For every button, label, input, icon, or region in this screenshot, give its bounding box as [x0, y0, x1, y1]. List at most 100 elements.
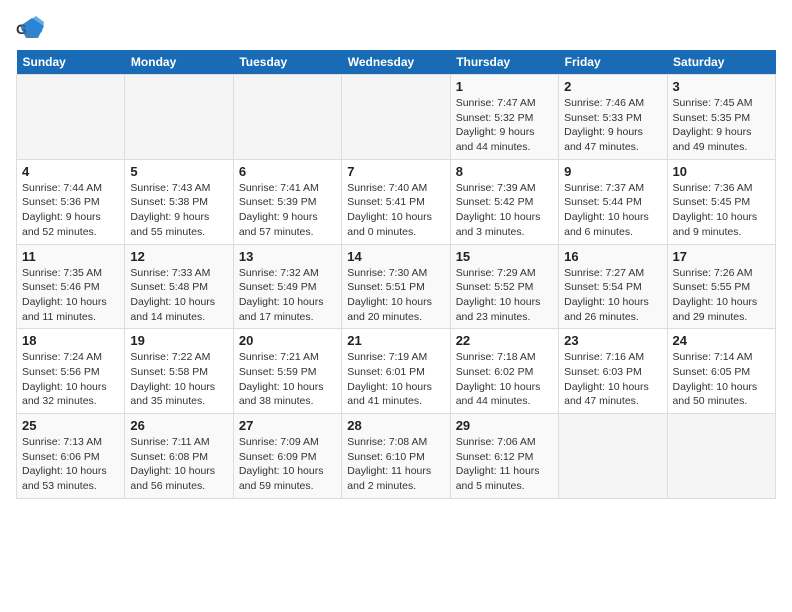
day-number: 28 — [347, 418, 444, 433]
day-number: 24 — [673, 333, 770, 348]
day-number: 2 — [564, 79, 661, 94]
calendar-cell: 10 Sunrise: 7:36 AM Sunset: 5:45 PM Dayli… — [667, 159, 775, 244]
day-info: Sunrise: 7:19 AM Sunset: 6:01 PM Dayligh… — [347, 350, 444, 409]
day-number: 19 — [130, 333, 227, 348]
calendar-cell: 1 Sunrise: 7:47 AM Sunset: 5:32 PM Daylig… — [450, 75, 558, 160]
day-info: Sunrise: 7:45 AM Sunset: 5:35 PM Dayligh… — [673, 96, 770, 155]
calendar-cell: 22 Sunrise: 7:18 AM Sunset: 6:02 PM Dayli… — [450, 329, 558, 414]
header-friday: Friday — [559, 50, 667, 75]
calendar-cell: 12 Sunrise: 7:33 AM Sunset: 5:48 PM Dayli… — [125, 244, 233, 329]
day-info: Sunrise: 7:11 AM Sunset: 6:08 PM Dayligh… — [130, 435, 227, 494]
calendar-cell: 4 Sunrise: 7:44 AM Sunset: 5:36 PM Daylig… — [17, 159, 125, 244]
day-info: Sunrise: 7:14 AM Sunset: 6:05 PM Dayligh… — [673, 350, 770, 409]
calendar-cell: 27 Sunrise: 7:09 AM Sunset: 6:09 PM Dayli… — [233, 414, 341, 499]
day-number: 26 — [130, 418, 227, 433]
day-info: Sunrise: 7:08 AM Sunset: 6:10 PM Dayligh… — [347, 435, 444, 494]
calendar-cell: 20Sunrise: 7:21 AM Sunset: 5:59 PM Dayli… — [233, 329, 341, 414]
day-number: 12 — [130, 249, 227, 264]
day-info: Sunrise: 7:32 AM Sunset: 5:49 PM Dayligh… — [239, 266, 336, 325]
day-info: Sunrise: 7:46 AM Sunset: 5:33 PM Dayligh… — [564, 96, 661, 155]
header-saturday: Saturday — [667, 50, 775, 75]
calendar-cell: 19Sunrise: 7:22 AM Sunset: 5:58 PM Dayli… — [125, 329, 233, 414]
calendar-cell: 24 Sunrise: 7:14 AM Sunset: 6:05 PM Dayli… — [667, 329, 775, 414]
day-info: Sunrise: 7:37 AM Sunset: 5:44 PM Dayligh… — [564, 181, 661, 240]
calendar-cell: 23 Sunrise: 7:16 AM Sunset: 6:03 PM Dayli… — [559, 329, 667, 414]
calendar-cell: 18 Sunrise: 7:24 AM Sunset: 5:56 PM Dayli… — [17, 329, 125, 414]
header-monday: Monday — [125, 50, 233, 75]
calendar-cell: 9 Sunrise: 7:37 AM Sunset: 5:44 PM Daylig… — [559, 159, 667, 244]
calendar-week-5: 25 Sunrise: 7:13 AM Sunset: 6:06 PM Dayli… — [17, 414, 776, 499]
day-info: Sunrise: 7:36 AM Sunset: 5:45 PM Dayligh… — [673, 181, 770, 240]
day-info: Sunrise: 7:27 AM Sunset: 5:54 PM Dayligh… — [564, 266, 661, 325]
day-number: 11 — [22, 249, 119, 264]
calendar-week-3: 11 Sunrise: 7:35 AM Sunset: 5:46 PM Dayli… — [17, 244, 776, 329]
day-info: Sunrise: 7:39 AM Sunset: 5:42 PM Dayligh… — [456, 181, 553, 240]
calendar-cell: 11 Sunrise: 7:35 AM Sunset: 5:46 PM Dayli… — [17, 244, 125, 329]
calendar-cell: 15 Sunrise: 7:29 AM Sunset: 5:52 PM Dayli… — [450, 244, 558, 329]
header-wednesday: Wednesday — [342, 50, 450, 75]
calendar-cell: 8 Sunrise: 7:39 AM Sunset: 5:42 PM Daylig… — [450, 159, 558, 244]
calendar-cell: 28 Sunrise: 7:08 AM Sunset: 6:10 PM Dayli… — [342, 414, 450, 499]
day-number: 14 — [347, 249, 444, 264]
calendar-cell: 13Sunrise: 7:32 AM Sunset: 5:49 PM Dayli… — [233, 244, 341, 329]
day-info: Sunrise: 7:44 AM Sunset: 5:36 PM Dayligh… — [22, 181, 119, 240]
day-info: Sunrise: 7:35 AM Sunset: 5:46 PM Dayligh… — [22, 266, 119, 325]
calendar-cell — [233, 75, 341, 160]
day-number: 21 — [347, 333, 444, 348]
calendar-cell: 7 Sunrise: 7:40 AM Sunset: 5:41 PM Daylig… — [342, 159, 450, 244]
day-number: 4 — [22, 164, 119, 179]
day-info: Sunrise: 7:13 AM Sunset: 6:06 PM Dayligh… — [22, 435, 119, 494]
calendar-cell: 16 Sunrise: 7:27 AM Sunset: 5:54 PM Dayli… — [559, 244, 667, 329]
calendar-cell: 21 Sunrise: 7:19 AM Sunset: 6:01 PM Dayli… — [342, 329, 450, 414]
day-info: Sunrise: 7:33 AM Sunset: 5:48 PM Dayligh… — [130, 266, 227, 325]
day-number: 29 — [456, 418, 553, 433]
page-header: G — [16, 16, 776, 40]
calendar-cell — [125, 75, 233, 160]
header-tuesday: Tuesday — [233, 50, 341, 75]
logo-icon: G — [16, 16, 44, 40]
day-number: 25 — [22, 418, 119, 433]
day-number: 23 — [564, 333, 661, 348]
day-number: 16 — [564, 249, 661, 264]
calendar-cell: 6Sunrise: 7:41 AM Sunset: 5:39 PM Daylig… — [233, 159, 341, 244]
day-number: 5 — [130, 164, 227, 179]
day-number: 3 — [673, 79, 770, 94]
calendar-cell: 29Sunrise: 7:06 AM Sunset: 6:12 PM Dayli… — [450, 414, 558, 499]
day-number: 27 — [239, 418, 336, 433]
day-info: Sunrise: 7:47 AM Sunset: 5:32 PM Dayligh… — [456, 96, 553, 155]
day-info: Sunrise: 7:41 AM Sunset: 5:39 PM Dayligh… — [239, 181, 336, 240]
calendar-cell: 5 Sunrise: 7:43 AM Sunset: 5:38 PM Daylig… — [125, 159, 233, 244]
day-number: 15 — [456, 249, 553, 264]
day-number: 8 — [456, 164, 553, 179]
day-number: 22 — [456, 333, 553, 348]
calendar-cell: 26 Sunrise: 7:11 AM Sunset: 6:08 PM Dayli… — [125, 414, 233, 499]
calendar-cell — [667, 414, 775, 499]
calendar-table: SundayMondayTuesdayWednesdayThursdayFrid… — [16, 50, 776, 499]
day-number: 9 — [564, 164, 661, 179]
calendar-cell — [17, 75, 125, 160]
day-info: Sunrise: 7:26 AM Sunset: 5:55 PM Dayligh… — [673, 266, 770, 325]
day-info: Sunrise: 7:30 AM Sunset: 5:51 PM Dayligh… — [347, 266, 444, 325]
day-info: Sunrise: 7:18 AM Sunset: 6:02 PM Dayligh… — [456, 350, 553, 409]
calendar-cell — [559, 414, 667, 499]
day-info: Sunrise: 7:24 AM Sunset: 5:56 PM Dayligh… — [22, 350, 119, 409]
calendar-cell: 14 Sunrise: 7:30 AM Sunset: 5:51 PM Dayli… — [342, 244, 450, 329]
day-number: 7 — [347, 164, 444, 179]
calendar-week-4: 18 Sunrise: 7:24 AM Sunset: 5:56 PM Dayli… — [17, 329, 776, 414]
day-number: 10 — [673, 164, 770, 179]
day-info: Sunrise: 7:43 AM Sunset: 5:38 PM Dayligh… — [130, 181, 227, 240]
day-info: Sunrise: 7:16 AM Sunset: 6:03 PM Dayligh… — [564, 350, 661, 409]
calendar-header-row: SundayMondayTuesdayWednesdayThursdayFrid… — [17, 50, 776, 75]
day-info: Sunrise: 7:29 AM Sunset: 5:52 PM Dayligh… — [456, 266, 553, 325]
header-thursday: Thursday — [450, 50, 558, 75]
calendar-week-1: 1 Sunrise: 7:47 AM Sunset: 5:32 PM Daylig… — [17, 75, 776, 160]
logo: G — [16, 16, 48, 40]
day-info: Sunrise: 7:09 AM Sunset: 6:09 PM Dayligh… — [239, 435, 336, 494]
day-info: Sunrise: 7:40 AM Sunset: 5:41 PM Dayligh… — [347, 181, 444, 240]
day-info: Sunrise: 7:21 AM Sunset: 5:59 PM Dayligh… — [239, 350, 336, 409]
day-number: 18 — [22, 333, 119, 348]
calendar-cell — [342, 75, 450, 160]
header-sunday: Sunday — [17, 50, 125, 75]
day-number: 1 — [456, 79, 553, 94]
calendar-cell: 3 Sunrise: 7:45 AM Sunset: 5:35 PM Daylig… — [667, 75, 775, 160]
